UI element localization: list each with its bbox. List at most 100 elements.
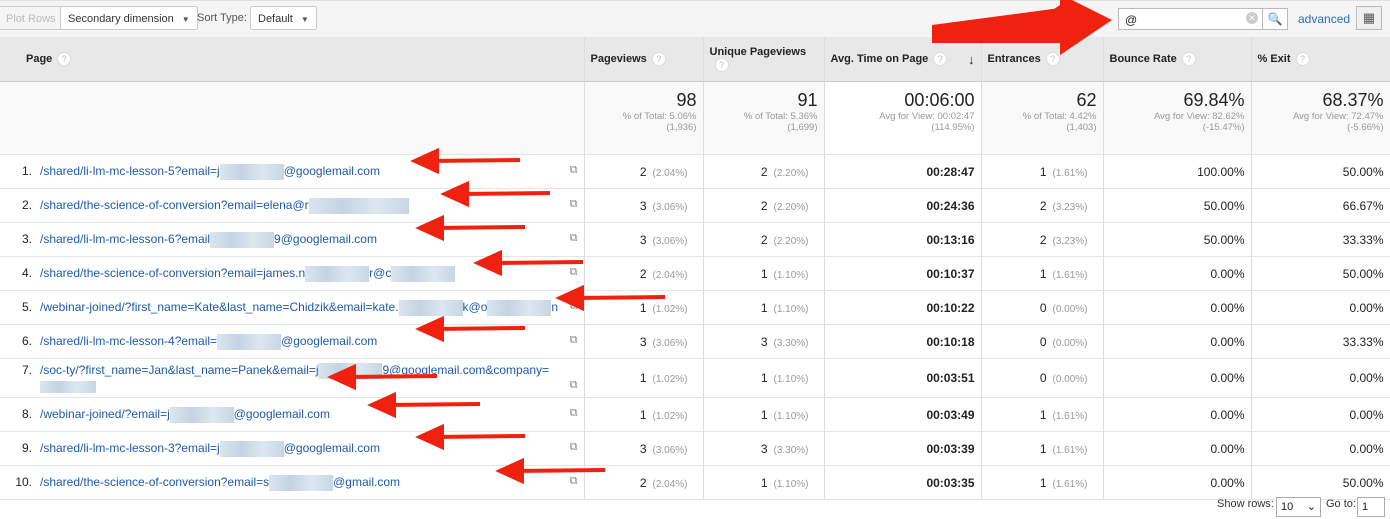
entrances-cell: 2 (3.23%) bbox=[981, 222, 1104, 257]
page-path: /shared/the-science-of-conversion?email=… bbox=[40, 197, 309, 212]
column-header-label: Unique Pageviews bbox=[709, 46, 807, 58]
page-cell: 1. /shared/li-lm-mc-lesson-5?email=j @goog… bbox=[0, 154, 585, 189]
column-header-label: Bounce Rate bbox=[1109, 53, 1177, 65]
page-link[interactable]: /shared/the-science-of-conversion?email=… bbox=[40, 474, 400, 491]
open-page-icon[interactable]: ⧉ bbox=[570, 266, 578, 279]
show-rows-label: Show rows: bbox=[1217, 498, 1274, 510]
entrances-percent: (0.00%) bbox=[1052, 337, 1088, 349]
open-page-icon[interactable]: ⧉ bbox=[570, 300, 578, 313]
page-link[interactable]: /shared/the-science-of-conversion?email=… bbox=[40, 265, 456, 282]
total-line2: (114.95%) bbox=[931, 122, 975, 133]
unique-pageviews-percent: (1.10%) bbox=[773, 269, 809, 281]
column-header[interactable]: Page? bbox=[0, 37, 585, 82]
column-header[interactable]: Entrances? bbox=[981, 37, 1104, 82]
entrances-value: 0 bbox=[1039, 300, 1047, 315]
help-icon[interactable]: ? bbox=[1181, 52, 1196, 66]
open-page-icon[interactable]: ⧉ bbox=[570, 164, 578, 177]
unique-pageviews-percent: (3.30%) bbox=[773, 444, 809, 456]
pageviews-percent: (2.04%) bbox=[652, 167, 688, 179]
totals-row: 98% of Total: 5.06% (1,936) 91% of Total: … bbox=[0, 81, 1390, 155]
bounce-rate-cell: 50.00% bbox=[1103, 188, 1252, 223]
advanced-link[interactable]: advanced bbox=[1298, 12, 1350, 26]
page-link[interactable]: /shared/li-lm-mc-lesson-4?email= @googlem… bbox=[40, 333, 377, 350]
redaction bbox=[487, 299, 552, 316]
unique-pageviews-value: 1 bbox=[760, 407, 768, 422]
help-icon[interactable]: ? bbox=[1295, 52, 1310, 66]
sort-arrow-icon[interactable]: ↓ bbox=[968, 52, 975, 67]
open-page-icon[interactable]: ⧉ bbox=[570, 198, 578, 211]
show-rows-select[interactable]: 10 ⌄ bbox=[1276, 497, 1321, 517]
sort-type-value: Default bbox=[258, 13, 293, 25]
page-link[interactable]: /webinar-joined/?email=j @googlemail.com bbox=[40, 406, 330, 423]
row-index: 4. bbox=[21, 265, 32, 280]
total-value: 98 bbox=[676, 90, 697, 110]
column-header[interactable]: Avg. Time on Page? ↓ bbox=[824, 37, 982, 82]
help-icon[interactable]: ? bbox=[714, 58, 729, 72]
plot-rows-button[interactable]: Plot Rows bbox=[0, 6, 64, 30]
open-page-icon[interactable]: ⧉ bbox=[570, 232, 578, 245]
column-header[interactable]: Pageviews? bbox=[584, 37, 704, 82]
row-index: 3. bbox=[21, 231, 32, 246]
pageviews-value: 3 bbox=[639, 232, 647, 247]
page-path: /shared/li-lm-mc-lesson-4?email= bbox=[40, 333, 218, 348]
help-icon[interactable]: ? bbox=[933, 51, 948, 66]
unique-pageviews-cell: 1 (1.10%) bbox=[703, 358, 825, 398]
total-cell: 68.37% Avg for View: 72.47% (-5.66%) bbox=[1251, 81, 1390, 155]
help-icon[interactable]: ? bbox=[1045, 52, 1060, 66]
page-path-suffix: @gmail.com bbox=[333, 474, 400, 489]
page-link[interactable]: /shared/li-lm-mc-lesson-6?email 9@googlem… bbox=[40, 231, 377, 248]
bounce-rate-cell: 0.00% bbox=[1103, 256, 1252, 291]
pageviews-value: 1 bbox=[639, 300, 647, 315]
sort-type-dropdown[interactable]: Default ▼ bbox=[250, 6, 317, 30]
entrances-value: 2 bbox=[1039, 198, 1047, 213]
column-header[interactable]: Bounce Rate? bbox=[1103, 37, 1252, 82]
open-page-icon[interactable]: ⧉ bbox=[570, 441, 578, 454]
unique-pageviews-percent: (3.30%) bbox=[773, 337, 809, 349]
avg-time-cell: 00:10:22 bbox=[824, 290, 982, 325]
open-page-icon[interactable]: ⧉ bbox=[570, 475, 578, 488]
total-value: 68.37% bbox=[1322, 90, 1384, 110]
pageviews-percent: (3.06%) bbox=[652, 337, 688, 349]
page-link[interactable]: /soc-ty/?first_name=Jan&last_name=Panek&… bbox=[6, 363, 549, 393]
open-page-icon[interactable]: ⧉ bbox=[570, 407, 578, 420]
pageviews-value: 2 bbox=[639, 164, 647, 179]
entrances-percent: (1.61%) bbox=[1052, 410, 1088, 422]
goto-input[interactable]: 1 bbox=[1357, 497, 1385, 517]
page-path-suffix: @googlemail.com bbox=[283, 440, 380, 455]
help-icon[interactable]: ? bbox=[651, 52, 666, 66]
page-link[interactable]: /shared/li-lm-mc-lesson-3?email=j @google… bbox=[40, 440, 380, 457]
pageviews-percent: (2.04%) bbox=[652, 478, 688, 490]
entrances-percent: (1.61%) bbox=[1052, 444, 1088, 456]
page-link[interactable]: /webinar-joined/?first_name=Kate&last_na… bbox=[40, 299, 559, 316]
table-view-icon[interactable]: ▦ bbox=[1356, 6, 1382, 30]
pageviews-cell: 2 (2.04%) bbox=[584, 465, 704, 500]
row-index: 1. bbox=[21, 163, 32, 178]
avg-time-cell: 00:10:37 bbox=[824, 256, 982, 291]
exit-cell: 50.00% bbox=[1251, 465, 1390, 500]
total-cell: 00:06:00 Avg for View: 00:02:47 (114.95%) bbox=[824, 81, 982, 155]
redaction bbox=[398, 299, 463, 316]
bounce-rate-cell: 50.00% bbox=[1103, 222, 1252, 257]
search-button[interactable]: 🔍 bbox=[1262, 8, 1288, 30]
unique-pageviews-cell: 1 (1.10%) bbox=[703, 256, 825, 291]
total-line1: Avg for View: 72.47% bbox=[1293, 111, 1384, 122]
page-link[interactable]: /shared/the-science-of-conversion?email=… bbox=[40, 197, 409, 214]
total-line1: % of Total: 5.06% bbox=[622, 111, 697, 122]
unique-pageviews-percent: (2.20%) bbox=[773, 201, 809, 213]
entrances-cell: 1 (1.61%) bbox=[981, 256, 1104, 291]
page-path-end: n bbox=[551, 299, 559, 314]
pageviews-percent: (1.02%) bbox=[652, 410, 688, 422]
pageviews-percent: (1.02%) bbox=[652, 374, 688, 385]
page-path-suffix: @googlemail.com bbox=[283, 163, 380, 178]
exit-cell: 0.00% bbox=[1251, 397, 1390, 432]
secondary-dimension-dropdown[interactable]: Secondary dimension ▼ bbox=[60, 6, 198, 30]
avg-time-cell: 00:28:47 bbox=[824, 154, 982, 189]
open-page-icon[interactable]: ⧉ bbox=[570, 379, 578, 392]
column-header[interactable]: Unique Pageviews? bbox=[703, 37, 825, 82]
total-line2: (1,699) bbox=[787, 122, 818, 133]
column-header[interactable]: % Exit? bbox=[1251, 37, 1390, 82]
clear-icon[interactable]: ✕ bbox=[1246, 12, 1258, 24]
help-icon[interactable]: ? bbox=[57, 52, 72, 66]
open-page-icon[interactable]: ⧉ bbox=[570, 334, 578, 347]
page-link[interactable]: /shared/li-lm-mc-lesson-5?email=j @google… bbox=[40, 163, 380, 180]
